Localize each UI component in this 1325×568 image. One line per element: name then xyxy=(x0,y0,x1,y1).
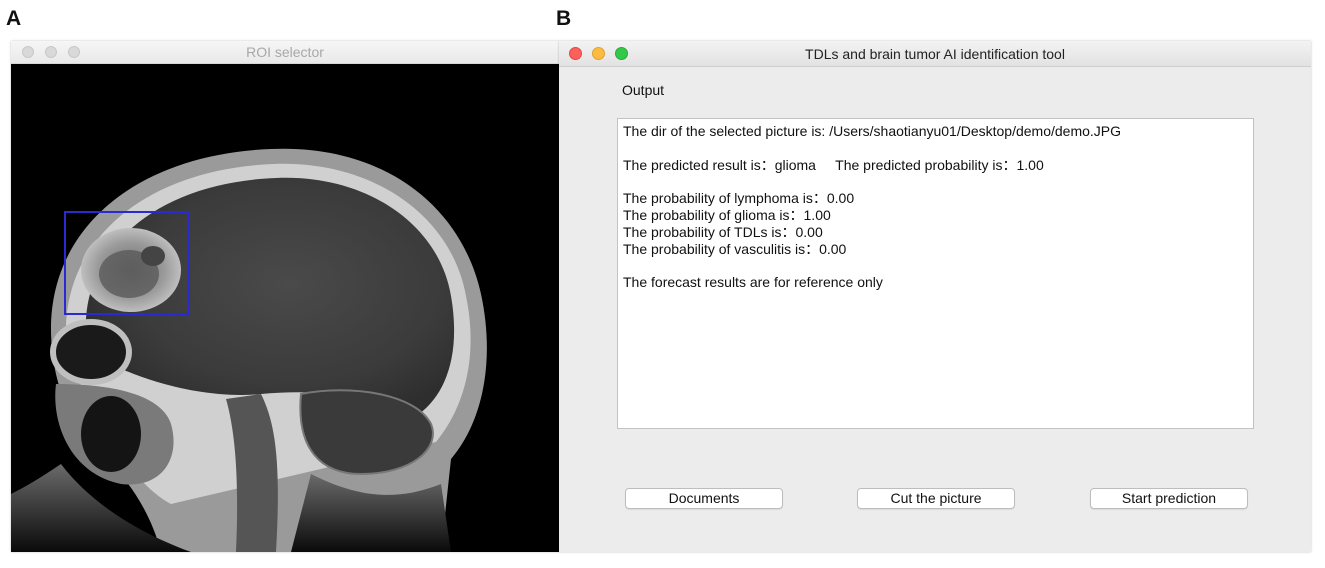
tool-window-title: TDLs and brain tumor AI identification t… xyxy=(805,46,1065,62)
roi-window-titlebar[interactable]: ROI selector xyxy=(11,41,559,64)
panel-label-a: A xyxy=(6,7,22,30)
cut-picture-button[interactable]: Cut the picture xyxy=(857,488,1015,509)
roi-window-title: ROI selector xyxy=(246,44,324,60)
output-line: The forecast results are for reference o… xyxy=(623,274,883,291)
ai-tool-window: TDLs and brain tumor AI identification t… xyxy=(559,41,1311,552)
documents-button[interactable]: Documents xyxy=(625,488,783,509)
tool-window-titlebar[interactable]: TDLs and brain tumor AI identification t… xyxy=(559,41,1311,67)
mri-image-canvas[interactable] xyxy=(11,64,559,552)
mri-scan-image xyxy=(11,148,487,552)
output-line: The probability of vasculitis is：0.00 xyxy=(623,240,847,257)
output-textarea[interactable]: The dir of the selected picture is: /Use… xyxy=(617,118,1254,429)
output-line: The probability of lymphoma is：0.00 xyxy=(623,190,855,207)
start-prediction-button[interactable]: Start prediction xyxy=(1090,488,1248,509)
output-line: The probability of TDLs is：0.00 xyxy=(623,223,823,240)
output-label: Output xyxy=(622,82,665,98)
roi-selector-window: ROI selector xyxy=(11,41,559,552)
output-line: The probability of glioma is：1.00 xyxy=(623,206,831,223)
output-line: The dir of the selected picture is: /Use… xyxy=(623,123,1122,139)
output-line: The predicted result is：glioma The predi… xyxy=(623,156,1044,173)
panel-label-b: B xyxy=(556,7,572,30)
